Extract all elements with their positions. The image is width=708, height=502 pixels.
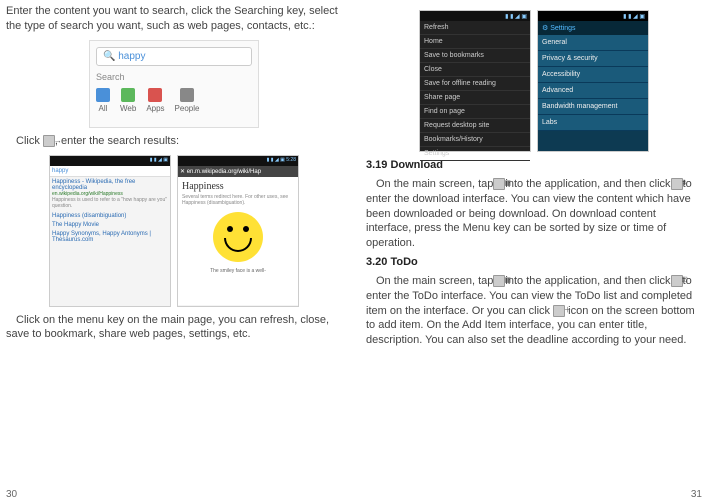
menu-item[interactable]: Save for offline reading [420,77,530,91]
section-heading-download: 3.19 Download [366,158,702,173]
wiki-title: Happiness [182,181,294,192]
intro-para: Enter the content you want to search, cl… [6,4,342,34]
url-bar[interactable]: ✕ en.m.wikipedia.org/wiki/Hap [178,166,298,177]
menu-item[interactable]: Bookmarks/History [420,133,530,147]
menu-item[interactable]: Share page [420,91,530,105]
status-bar: ▮ ▮ ◢ ▣ [538,11,648,21]
tab-all[interactable]: All [96,88,110,113]
search-query: happy [118,51,145,62]
menu-item[interactable]: Save to bookmarks [420,49,530,63]
search-label: Search [96,72,252,82]
menu-key-para: Click on the menu key on the main page, … [6,313,342,343]
right-page: ▮ ▮ ◢ ▣ Refresh Home Save to bookmarks C… [354,0,708,502]
status-bar: ▮ ▮ ◢ ▣ [50,156,170,166]
apps-icon: ▦ [493,178,505,190]
page-number: 31 [691,489,702,500]
apps-icon: ▦ [493,275,505,287]
settings-item[interactable]: Labs [538,115,648,131]
left-page: Enter the content you want to search, cl… [0,0,354,502]
caption: The smiley face is a well- [182,268,294,274]
settings-item[interactable]: General [538,35,648,51]
tab-web[interactable]: Web [120,88,136,113]
menu-item[interactable]: Refresh [420,21,530,35]
result-phone-left: ▮ ▮ ◢ ▣ happy Happiness - Wikipedia, the… [49,155,171,307]
tab-apps[interactable]: Apps [146,88,164,113]
settings-item[interactable]: Bandwidth management [538,99,648,115]
result-title[interactable]: The Happy Movie [52,222,168,228]
page-number: 30 [6,489,17,500]
query-bar[interactable]: happy [50,166,170,177]
results-figure: ▮ ▮ ◢ ▣ happy Happiness - Wikipedia, the… [6,155,342,307]
settings-item[interactable]: Advanced [538,83,648,99]
click-arrow-para: Click , enter the search results: [6,134,342,149]
download-para: On the main screen, tap▦into the applica… [366,177,702,251]
search-icon: 🔍 [103,51,115,62]
phone-menu: ▮ ▮ ◢ ▣ Refresh Home Save to bookmarks C… [419,10,531,152]
phone-settings: ▮ ▮ ◢ ▣ ⚙ Settings General Privacy & sec… [537,10,649,152]
settings-item[interactable]: Privacy & security [538,51,648,67]
status-bar: ▮ ▮ ◢ ▣ [420,11,530,21]
menu-item[interactable]: Request desktop site [420,119,530,133]
download-icon: ⬇ [671,178,683,190]
smiley-icon [213,212,263,262]
result-phone-right: ▮ ▮ ◢ ▣ 5:28 ✕ en.m.wikipedia.org/wiki/H… [177,155,299,307]
result-title[interactable]: Happy Synonyms, Happy Antonyms | Thesaur… [52,231,168,243]
search-box-figure: 🔍 happy Search All Web Apps People [89,40,259,128]
result-title[interactable]: Happiness - Wikipedia, the free encyclop… [52,179,168,191]
tab-people[interactable]: People [175,88,200,113]
gear-icon: ⚙ [542,25,548,32]
result-title[interactable]: Happiness (disambiguation) [52,213,168,219]
menu-item[interactable]: Find on page [420,105,530,119]
result-desc: Happiness is used to refer to a "how hap… [52,197,168,209]
todo-icon: ☑ [671,275,683,287]
menu-item[interactable]: Settings [420,147,530,161]
menu-item[interactable]: Close [420,63,530,77]
section-heading-todo: 3.20 ToDo [366,255,702,270]
search-input[interactable]: 🔍 happy [96,47,252,66]
search-tabs: All Web Apps People [96,88,252,113]
arrow-icon [43,135,55,147]
status-bar: ▮ ▮ ◢ ▣ 5:28 [178,156,298,166]
add-icon: ＋ [553,305,565,317]
settings-header: ⚙ Settings [538,21,648,35]
settings-item[interactable]: Accessibility [538,67,648,83]
settings-figure: ▮ ▮ ◢ ▣ Refresh Home Save to bookmarks C… [366,10,702,152]
menu-item[interactable]: Home [420,35,530,49]
todo-para: On the main screen, tap▦into the applica… [366,274,702,348]
